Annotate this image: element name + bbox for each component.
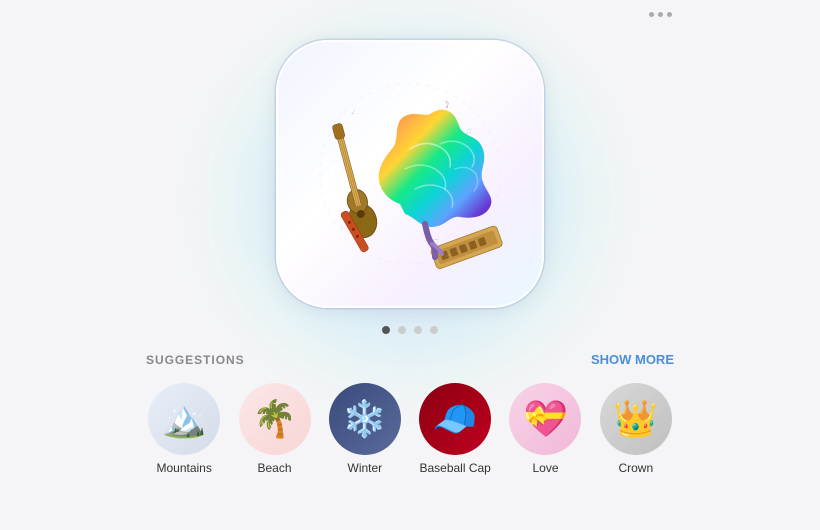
suggestion-label-beach: Beach [257, 461, 291, 475]
suggestion-icon-crown: 👑 [600, 383, 672, 455]
svg-text:♩: ♩ [349, 103, 364, 120]
suggestion-item-crown[interactable]: 👑 Crown [598, 383, 674, 475]
suggestions-grid: 🏔️ Mountains 🌴 Beach ❄️ Winter 🧢 Baseball Cap 💝 L… [146, 383, 674, 475]
suggestion-label-crown: Crown [618, 461, 653, 475]
suggestions-title: SUGGESTIONS [146, 353, 245, 367]
suggestion-icon-winter: ❄️ [329, 383, 401, 455]
suggestion-icon-beach: 🌴 [239, 383, 311, 455]
page-dot-3[interactable] [414, 326, 422, 334]
page-dot-4[interactable] [430, 326, 438, 334]
dot-1 [649, 12, 654, 17]
suggestion-icon-mountains: 🏔️ [148, 383, 220, 455]
suggestion-label-love: Love [532, 461, 558, 475]
suggestion-label-winter: Winter [348, 461, 383, 475]
show-more-button[interactable]: SHOW MORE [591, 352, 674, 367]
harmonica-icon [430, 225, 503, 270]
page-dot-2[interactable] [398, 326, 406, 334]
suggestion-item-baseball-cap[interactable]: 🧢 Baseball Cap [417, 383, 493, 475]
suggestion-icon-love: 💝 [509, 383, 581, 455]
suggestion-item-winter[interactable]: ❄️ Winter [327, 383, 403, 475]
suggestion-label-mountains: Mountains [156, 461, 211, 475]
page-dot-1[interactable] [382, 326, 390, 334]
more-options-button[interactable] [649, 12, 672, 17]
suggestion-item-mountains[interactable]: 🏔️ Mountains [146, 383, 222, 475]
suggestion-item-beach[interactable]: 🌴 Beach [236, 383, 312, 475]
dot-2 [658, 12, 663, 17]
brain-illustration: ♪ ♫ ♩ ♪ ♫ ♩ [290, 54, 530, 294]
carousel-pagination [382, 326, 438, 334]
suggestion-icon-baseball-cap: 🧢 [419, 383, 491, 455]
app-icon-card: ♪ ♫ ♩ ♪ ♫ ♩ [276, 40, 544, 308]
dot-3 [667, 12, 672, 17]
suggestions-header: SUGGESTIONS SHOW MORE [146, 352, 674, 367]
brain-svg: ♪ ♫ ♩ ♪ ♫ ♩ [290, 54, 530, 294]
suggestions-section: SUGGESTIONS SHOW MORE 🏔️ Mountains 🌴 Beach ❄… [130, 352, 690, 475]
suggestion-item-love[interactable]: 💝 Love [507, 383, 583, 475]
suggestion-label-baseball-cap: Baseball Cap [419, 461, 490, 475]
svg-text:♪: ♪ [441, 94, 453, 111]
main-content: ♪ ♫ ♩ ♪ ♫ ♩ [0, 0, 820, 475]
